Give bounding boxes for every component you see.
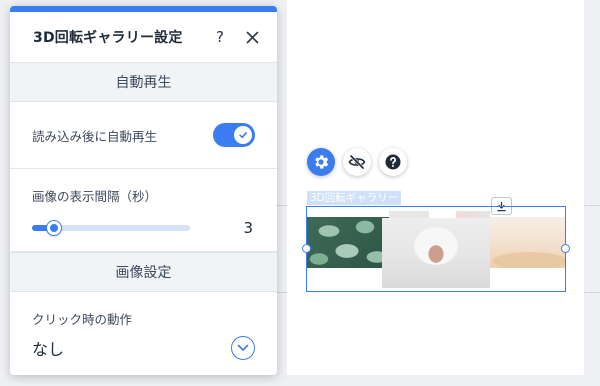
settings-panel: 3D回転ギャラリー設定 ? 自動再生 読み込み後に自動再生 画像の表示間隔（秒）… xyxy=(10,6,277,375)
close-button[interactable] xyxy=(241,26,263,48)
autoplay-row: 読み込み後に自動再生 xyxy=(10,102,277,169)
chevron-down-icon xyxy=(237,344,249,351)
click-action-value: なし xyxy=(32,340,65,359)
toggle-knob xyxy=(234,126,252,144)
click-action-label: クリック時の動作 xyxy=(32,312,133,327)
guide-line xyxy=(277,292,287,293)
question-icon xyxy=(385,154,401,170)
interval-label: 画像の表示間隔（秒） xyxy=(32,189,158,204)
panel-title: 3D回転ギャラリー設定 xyxy=(33,30,183,46)
autoplay-toggle[interactable] xyxy=(213,123,255,147)
click-action-dropdown[interactable]: なし xyxy=(32,336,255,360)
close-icon xyxy=(246,31,258,43)
section-header-image-settings: 画像設定 xyxy=(10,252,277,292)
settings-button[interactable] xyxy=(307,148,335,176)
checkmark-icon xyxy=(239,132,247,139)
help-circle-button[interactable] xyxy=(379,148,407,176)
guide-line xyxy=(584,205,600,206)
panel-header: 3D回転ギャラリー設定 ? xyxy=(10,12,277,62)
gear-icon xyxy=(315,155,329,169)
click-action-row: クリック時の動作 なし xyxy=(10,292,277,360)
guide-line xyxy=(584,292,600,293)
help-button[interactable]: ? xyxy=(209,26,231,48)
interval-row: 画像の表示間隔（秒） 3 xyxy=(10,169,277,252)
component-label: 3D回転ギャラリー xyxy=(307,191,402,205)
interval-value: 3 xyxy=(243,219,253,237)
section-header-autoplay: 自動再生 xyxy=(10,62,277,102)
interval-slider-line: 3 xyxy=(32,219,255,237)
resize-handle-left[interactable] xyxy=(302,244,311,253)
editor-canvas xyxy=(287,0,584,375)
interval-slider[interactable] xyxy=(32,221,190,235)
hide-button[interactable] xyxy=(343,148,371,176)
dropdown-button[interactable] xyxy=(231,336,255,360)
eye-slash-icon xyxy=(348,154,366,170)
slider-handle[interactable] xyxy=(47,221,62,235)
autoplay-label: 読み込み後に自動再生 xyxy=(32,128,158,144)
guide-line xyxy=(277,205,287,206)
component-selection-frame[interactable] xyxy=(302,206,570,292)
resize-handle-right[interactable] xyxy=(561,244,570,253)
